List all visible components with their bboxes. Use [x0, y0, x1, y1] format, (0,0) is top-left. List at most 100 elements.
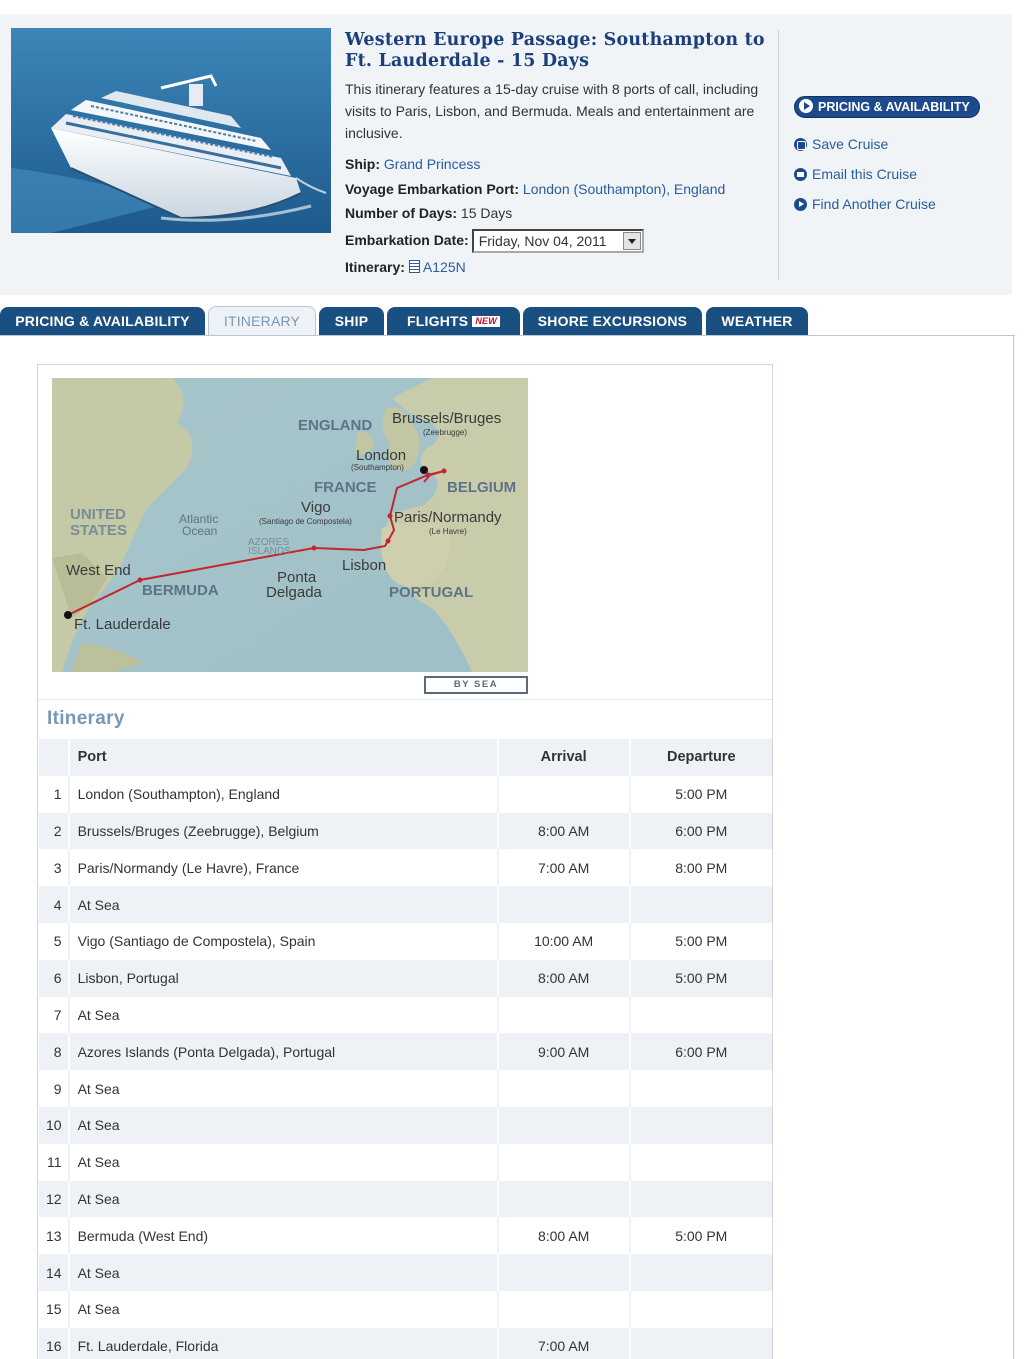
- row-number: 10: [39, 1106, 70, 1144]
- cruise-info: Western Europe Passage: Southampton to F…: [345, 30, 765, 279]
- row-number: 14: [39, 1254, 70, 1291]
- row-departure: [629, 1290, 772, 1328]
- map-label-belgium: BELGIUM: [447, 479, 516, 496]
- ship-field: Ship: Grand Princess: [345, 152, 765, 177]
- map-label-london: London: [356, 447, 406, 464]
- row-number: 15: [39, 1290, 70, 1328]
- table-row: 10 At Sea: [39, 1106, 772, 1144]
- port-dot-vigo: [387, 513, 393, 519]
- play-icon: [794, 198, 807, 211]
- tab-label: PRICING & AVAILABILITY: [15, 313, 190, 329]
- tab-flights[interactable]: FLIGHTS NEW: [387, 307, 520, 336]
- embark-port-label: Voyage Embarkation Port:: [345, 180, 520, 197]
- table-row: 16 Ft. Lauderdale, Florida 7:00 AM: [39, 1327, 772, 1359]
- row-number: 9: [39, 1070, 70, 1107]
- table-row: 5 Vigo (Santiago de Compostela), Spain 10:…: [39, 922, 772, 960]
- port-dot-lisbon: [385, 538, 391, 544]
- map-label-england: ENGLAND: [298, 417, 372, 434]
- row-departure: 5:00 PM: [629, 922, 772, 960]
- table-header-row: Port Arrival Departure: [39, 739, 772, 776]
- map-label-paris: Paris/Normandy: [394, 509, 502, 526]
- embark-date-select[interactable]: Friday, Nov 04, 2011: [471, 228, 644, 253]
- row-arrival: [497, 886, 631, 923]
- header-divider: [778, 30, 779, 280]
- itinerary-rows: 1 London (Southampton), England 5:00 PM 2 Br…: [39, 775, 772, 1359]
- itinerary-table: Port Arrival Departure 1 London (Southamp…: [39, 739, 772, 1359]
- row-port: At Sea: [68, 886, 499, 923]
- map-label-france: FRANCE: [314, 479, 377, 496]
- row-arrival: [497, 1254, 631, 1291]
- tab-label: FLIGHTS: [407, 313, 469, 329]
- find-cruise-link[interactable]: Find Another Cruise: [794, 194, 980, 215]
- port-dot-ft-lauderdale: [64, 611, 72, 619]
- save-cruise-link[interactable]: Save Cruise: [794, 134, 980, 155]
- embark-date-value: Friday, Nov 04, 2011: [478, 232, 607, 249]
- side-actions: PRICING & AVAILABILITY Save Cruise Email…: [794, 96, 980, 215]
- table-row: 12 At Sea: [39, 1180, 772, 1218]
- row-departure: 5:00 PM: [629, 1217, 772, 1255]
- row-port: Paris/Normandy (Le Havre), France: [68, 849, 499, 887]
- embark-port-link[interactable]: London (Southampton), England: [523, 181, 725, 197]
- map-label-islands: ISLANDS: [248, 546, 291, 557]
- table-row: 1 London (Southampton), England 5:00 PM: [39, 775, 772, 813]
- map-label-lehavre: (Le Havre): [429, 527, 467, 536]
- port-dot-london: [420, 466, 428, 474]
- map-label-bermuda: BERMUDA: [142, 582, 219, 599]
- table-row: 13 Bermuda (West End) 8:00 AM 5:00 PM: [39, 1217, 772, 1255]
- table-row: 15 At Sea: [39, 1290, 772, 1328]
- row-departure: [629, 1106, 772, 1144]
- tab-pricing-availability[interactable]: PRICING & AVAILABILITY: [0, 307, 205, 336]
- col-departure: Departure: [629, 739, 772, 776]
- tab-shore-excursions[interactable]: SHORE EXCURSIONS: [523, 307, 702, 336]
- row-number: 2: [39, 812, 70, 850]
- tab-ship[interactable]: SHIP: [319, 307, 384, 336]
- row-number: 13: [39, 1217, 70, 1255]
- chevron-down-icon[interactable]: [622, 231, 641, 250]
- play-icon: [799, 99, 813, 113]
- cruise-title: Western Europe Passage: Southampton to F…: [345, 30, 765, 71]
- new-badge: NEW: [472, 316, 500, 327]
- row-number: 7: [39, 996, 70, 1034]
- table-row: 2 Brussels/Bruges (Zeebrugge), Belgium 8:0…: [39, 812, 772, 850]
- col-arrival: Arrival: [497, 739, 631, 776]
- row-port: Ft. Lauderdale, Florida: [68, 1327, 499, 1359]
- row-number: 3: [39, 849, 70, 887]
- tab-weather[interactable]: WEATHER: [706, 307, 808, 336]
- table-row: 6 Lisbon, Portugal 8:00 AM 5:00 PM: [39, 959, 772, 997]
- row-arrival: [497, 1180, 631, 1218]
- itinerary-field: Itinerary: A125N: [345, 255, 765, 280]
- tab-label: SHIP: [334, 313, 369, 329]
- ship-link[interactable]: Grand Princess: [384, 156, 480, 172]
- row-arrival: 10:00 AM: [497, 922, 631, 960]
- row-arrival: 8:00 AM: [497, 812, 631, 850]
- row-number: 4: [39, 886, 70, 923]
- row-arrival: 8:00 AM: [497, 1217, 631, 1255]
- tab-itinerary[interactable]: ITINERARY: [208, 306, 316, 336]
- table-row: 9 At Sea: [39, 1070, 772, 1107]
- row-departure: [629, 1070, 772, 1107]
- row-arrival: [497, 1290, 631, 1328]
- itinerary-panel: ENGLAND Brussels/Bruges (Zeebrugge) Lond…: [37, 364, 773, 1359]
- itinerary-code-link[interactable]: A125N: [423, 259, 466, 275]
- row-number: 12: [39, 1180, 70, 1218]
- tab-label: SHORE EXCURSIONS: [537, 313, 688, 329]
- row-number: 1: [39, 775, 70, 813]
- row-port: Bermuda (West End): [68, 1217, 499, 1255]
- email-cruise-label: Email this Cruise: [812, 166, 918, 182]
- map-label-united: UNITED: [70, 506, 126, 523]
- row-port: At Sea: [68, 1180, 499, 1218]
- email-cruise-link[interactable]: Email this Cruise: [794, 164, 980, 185]
- save-icon: [794, 138, 807, 151]
- table-row: 14 At Sea: [39, 1254, 772, 1291]
- ship-label: Ship:: [345, 156, 380, 172]
- row-port: London (Southampton), England: [68, 775, 499, 813]
- row-port: At Sea: [68, 1106, 499, 1144]
- row-arrival: 7:00 AM: [497, 1327, 631, 1359]
- pricing-availability-button[interactable]: PRICING & AVAILABILITY: [794, 96, 980, 118]
- row-port: At Sea: [68, 1254, 499, 1291]
- map-label-delgada: Delgada: [266, 584, 323, 601]
- row-port: Lisbon, Portugal: [68, 959, 499, 997]
- row-departure: 6:00 PM: [629, 812, 772, 850]
- route-map[interactable]: ENGLAND Brussels/Bruges (Zeebrugge) Lond…: [52, 378, 528, 672]
- itinerary-heading: Itinerary: [47, 708, 125, 729]
